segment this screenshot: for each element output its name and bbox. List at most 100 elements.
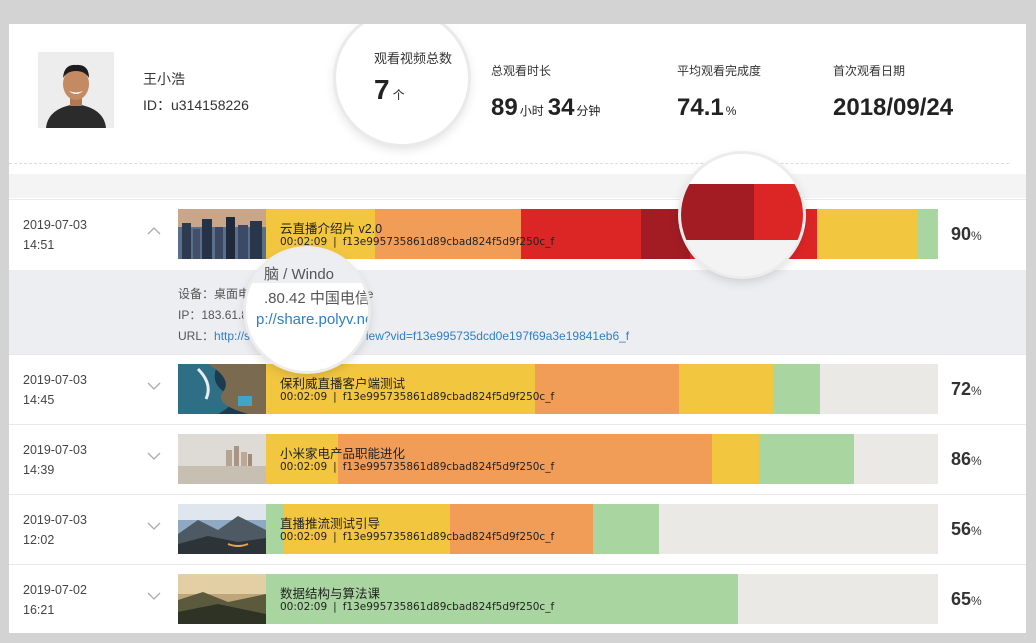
- completion-percent: 56%: [951, 519, 982, 540]
- heatmap-segment: [712, 434, 760, 484]
- record-time: 12:02: [23, 533, 55, 547]
- record-time: 16:21: [23, 603, 55, 617]
- chevron-up-icon[interactable]: [147, 222, 161, 240]
- heatmap-segment: [917, 209, 938, 259]
- heatmap-magnifier: [681, 154, 803, 276]
- zoom-device-text: 脑 / Windo: [264, 266, 335, 283]
- video-title: 数据结构与算法课: [280, 587, 381, 601]
- minutes-unit: 分钟: [576, 104, 601, 118]
- record-date: 2019-07-03: [23, 218, 87, 232]
- heatmap-segment: [534, 364, 679, 414]
- user-id: ID：u314158226: [143, 97, 249, 113]
- record-date: 2019-07-02: [23, 583, 87, 597]
- total-videos-value: 7个: [374, 74, 405, 106]
- video-thumbnail: [178, 434, 266, 484]
- heatmap-segment: [772, 364, 821, 414]
- video-thumbnail: [178, 574, 266, 624]
- video-title: 小米家电产品职能进化: [280, 447, 406, 461]
- completion-percent-unit: %: [971, 454, 982, 468]
- ip-label: IP：: [178, 308, 202, 322]
- completion-percent-value: 86: [951, 449, 972, 469]
- video-id: f13e995735861d89cbad824f5d9f250c_f: [342, 601, 555, 613]
- video-title: 保利威直播客户端测试: [280, 377, 406, 391]
- avg-completion-label: 平均观看完成度: [677, 64, 762, 78]
- record-row[interactable]: 2019-07-03 14:51 云直播介绍片 v2.0 00:02:09 | f13e9…: [9, 199, 1026, 270]
- video-id: f13e995735861d89cbad824f5d9f250c_f: [342, 391, 555, 403]
- heatmap-segment: [374, 209, 521, 259]
- detail-magnifier: 脑 / Windo .80.42 中国电信 p://share.polyv.ne: [246, 249, 368, 371]
- chevron-down-icon[interactable]: [147, 517, 161, 535]
- header-divider: [9, 163, 1009, 164]
- video-duration: 00:02:09: [280, 531, 328, 543]
- meta-separator: |: [333, 601, 337, 613]
- total-time-value: 89 小时 34 分钟: [491, 94, 604, 122]
- completion-percent: 90%: [951, 224, 982, 245]
- record-datetime: 2019-07-03 14:45: [23, 370, 87, 410]
- hours-value: 89: [491, 94, 518, 121]
- video-meta: 00:02:09 | f13e995735861d89cbad824f5d9f250…: [280, 601, 554, 613]
- video-thumbnail: [178, 364, 266, 414]
- video-duration: 00:02:09: [280, 601, 328, 613]
- video-title: 直播推流测试引导: [280, 517, 381, 531]
- chevron-down-icon[interactable]: [147, 447, 161, 465]
- completion-percent-value: 56: [951, 519, 972, 539]
- record-datetime: 2019-07-03 14:51: [23, 215, 87, 255]
- record-time: 14:45: [23, 393, 55, 407]
- video-id: f13e995735861d89cbad824f5d9f250c_f: [342, 236, 555, 248]
- avatar: [38, 52, 114, 128]
- record-datetime: 2019-07-03 12:02: [23, 510, 87, 550]
- completion-percent-unit: %: [971, 229, 982, 243]
- device-label: 设备：: [178, 287, 215, 301]
- record-date: 2019-07-03: [23, 373, 87, 387]
- zoom-url-text: p://share.polyv.ne: [256, 311, 368, 328]
- record-time: 14:39: [23, 463, 55, 477]
- video-duration: 00:02:09: [280, 461, 328, 473]
- total-time-label: 总观看时长: [491, 64, 552, 78]
- avg-completion-number: 74.1: [677, 94, 724, 121]
- heatmap-segment: [759, 434, 854, 484]
- completion-percent-unit: %: [971, 384, 982, 398]
- video-meta: 00:02:09 | f13e995735861d89cbad824f5d9f250…: [280, 531, 554, 543]
- minutes-value: 34: [547, 94, 575, 121]
- video-id: f13e995735861d89cbad824f5d9f250c_f: [342, 531, 555, 543]
- hours-unit: 小时: [519, 104, 544, 118]
- viewer-record-card: 王小浩 ID：u314158226 总观看时长 89 小时 34 分钟 平均观看完成度…: [9, 24, 1026, 633]
- total-videos-number: 7: [374, 74, 390, 105]
- meta-separator: |: [333, 236, 337, 248]
- record-row[interactable]: 2019-07-03 14:39 小米家电产品职能进化 00:02:09 | f13e99…: [9, 424, 1026, 495]
- completion-percent-unit: %: [971, 524, 982, 538]
- record-time: 14:51: [23, 238, 55, 252]
- record-row[interactable]: 2019-07-02 16:21 数据结构与算法课 00:02:09 | f13e9957…: [9, 564, 1026, 633]
- video-duration: 00:02:09: [280, 236, 328, 248]
- completion-percent: 72%: [951, 379, 982, 400]
- first-date-value: 2018/09/24: [833, 94, 954, 121]
- heatmap-segment: [678, 364, 773, 414]
- record-row[interactable]: 2019-07-03 12:02 直播推流测试引导 00:02:09 | f13e9957…: [9, 494, 1026, 565]
- record-detail-panel: 设备：桌面电脑 / Windows / Chrome IP：183.61.80.…: [9, 270, 1026, 354]
- record-date: 2019-07-03: [23, 443, 87, 457]
- first-date-label: 首次观看日期: [833, 64, 906, 78]
- video-thumbnail: [178, 504, 266, 554]
- record-date: 2019-07-03: [23, 513, 87, 527]
- video-meta: 00:02:09 | f13e995735861d89cbad824f5d9f250…: [280, 236, 554, 248]
- meta-separator: |: [333, 461, 337, 473]
- header-band: [9, 174, 1026, 198]
- record-row[interactable]: 2019-07-03 14:45 保利威直播客户端测试 00:02:09 | f13e99…: [9, 354, 1026, 425]
- completion-percent-value: 72: [951, 379, 972, 399]
- chevron-down-icon[interactable]: [147, 587, 161, 605]
- avg-completion-unit: %: [725, 104, 737, 118]
- chevron-down-icon[interactable]: [147, 377, 161, 395]
- user-stats-header: 王小浩 ID：u314158226 总观看时长 89 小时 34 分钟 平均观看完成度…: [9, 24, 1026, 198]
- heatmap-segment: [520, 209, 641, 259]
- heatmap-segment: [817, 209, 918, 259]
- user-name: 王小浩: [143, 71, 185, 87]
- meta-separator: |: [333, 531, 337, 543]
- completion-percent-unit: %: [971, 594, 982, 608]
- video-title: 云直播介绍片 v2.0: [280, 222, 383, 236]
- record-datetime: 2019-07-03 14:39: [23, 440, 87, 480]
- video-id: f13e995735861d89cbad824f5d9f250c_f: [342, 461, 555, 473]
- url-label: URL：: [178, 329, 215, 343]
- completion-percent: 65%: [951, 589, 982, 610]
- heatmap-segment: [450, 504, 594, 554]
- video-meta: 00:02:09 | f13e995735861d89cbad824f5d9f250…: [280, 461, 554, 473]
